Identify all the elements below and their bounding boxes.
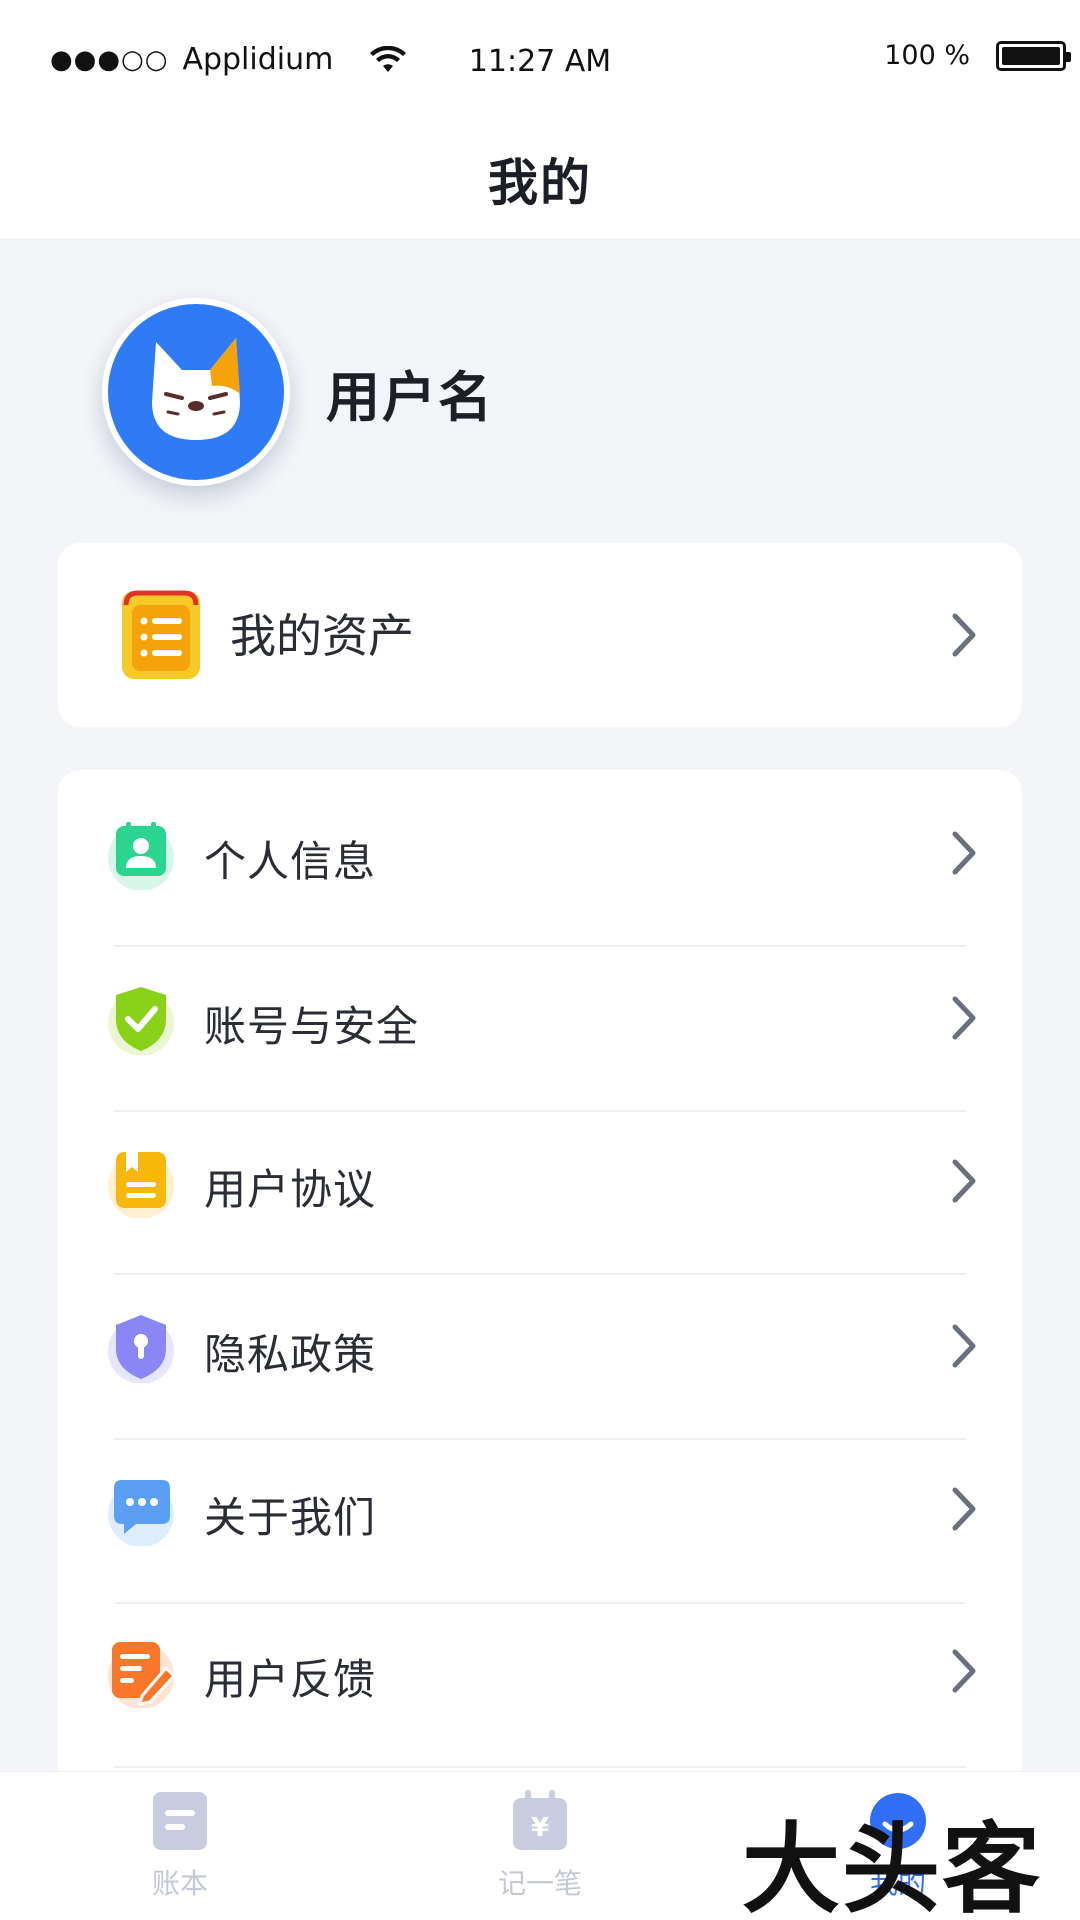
chevron-right-icon — [952, 1487, 976, 1531]
cat-avatar-icon — [152, 338, 240, 440]
battery-icon — [996, 40, 1071, 71]
settings-card: 个人信息 账号与安全 用户协议 隐私政策 关于我们 用户反馈 — [58, 770, 1022, 1920]
menu-label: 用户协议 — [204, 1165, 377, 1214]
chevron-right-icon — [952, 1159, 976, 1203]
person-card-icon — [108, 822, 174, 890]
menu-item-user-agreement[interactable]: 用户协议 — [58, 1098, 1022, 1263]
tab-ledger[interactable]: 账本 — [80, 1790, 280, 1902]
chevron-right-icon — [952, 613, 976, 657]
chevron-right-icon — [952, 1649, 976, 1693]
tab-label: 记一笔 — [497, 1867, 582, 1900]
my-assets-item[interactable]: 我的资产 — [58, 543, 1022, 727]
menu-label: 用户反馈 — [204, 1655, 377, 1704]
calendar-yen-icon: ¥ — [513, 1790, 567, 1850]
divider — [114, 1766, 966, 1768]
mine-page: ●●●○○ Applidium 11:27 AM 100 % 我的 用户名 我的… — [0, 0, 1080, 1920]
list-wallet-icon — [122, 590, 200, 679]
menu-item-feedback[interactable]: 用户反馈 — [58, 1588, 1022, 1753]
menu-label: 账号与安全 — [204, 1002, 420, 1051]
watermark-logo: 大头客 — [742, 1812, 1043, 1920]
menu-label: 隐私政策 — [204, 1330, 377, 1379]
status-bar: ●●●○○ Applidium 11:27 AM 100 % — [0, 0, 1080, 120]
tab-label: 账本 — [151, 1867, 208, 1900]
shield-check-icon — [108, 987, 174, 1055]
nav-bar: 我的 — [0, 120, 1080, 238]
username: 用户名 — [326, 365, 494, 429]
menu-item-personal-info[interactable]: 个人信息 — [58, 770, 1022, 935]
lock-shield-icon — [108, 1315, 174, 1383]
battery-percent: 100 % — [884, 40, 970, 71]
svg-text:¥: ¥ — [531, 1813, 549, 1843]
menu-label: 个人信息 — [204, 837, 377, 886]
page-title: 我的 — [488, 154, 592, 212]
edit-note-icon — [108, 1642, 176, 1708]
ledger-icon — [153, 1792, 207, 1850]
profile-header[interactable]: 用户名 — [102, 298, 494, 486]
document-icon — [108, 1152, 174, 1218]
menu-item-privacy-policy[interactable]: 隐私政策 — [58, 1263, 1022, 1428]
menu-label: 关于我们 — [204, 1493, 377, 1542]
chevron-right-icon — [952, 1324, 976, 1368]
my-assets-label: 我的资产 — [230, 609, 414, 663]
assets-card: 我的资产 — [58, 543, 1022, 727]
chevron-right-icon — [952, 996, 976, 1040]
avatar[interactable] — [102, 298, 290, 486]
chat-bubble-icon — [108, 1480, 174, 1546]
chevron-right-icon — [952, 831, 976, 875]
menu-item-about-us[interactable]: 关于我们 — [58, 1426, 1022, 1591]
menu-item-account-security[interactable]: 账号与安全 — [58, 935, 1022, 1100]
tab-record[interactable]: ¥ 记一笔 — [440, 1790, 640, 1902]
